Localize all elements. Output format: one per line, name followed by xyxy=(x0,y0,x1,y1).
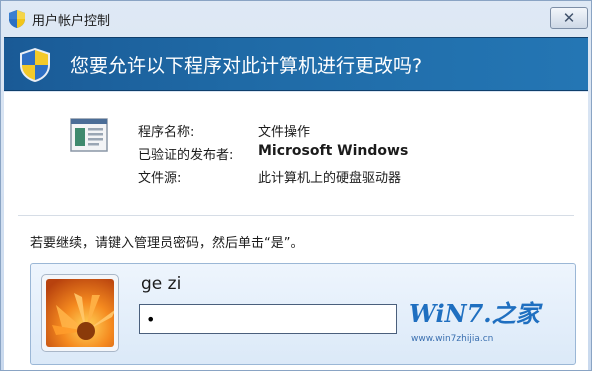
program-window-icon xyxy=(70,118,108,152)
watermark-logo: WiN7.之家 www.win7zhijia.cn xyxy=(409,294,571,354)
source-value: 此计算机上的硬盘驱动器 xyxy=(258,171,402,186)
source-label: 文件源: xyxy=(138,171,182,186)
uac-shield-icon xyxy=(9,10,25,28)
avatar xyxy=(46,279,116,347)
banner: 您要允许以下程序对此计算机进行更改吗? xyxy=(4,37,588,91)
publisher-value: Microsoft Windows xyxy=(258,143,409,159)
uac-dialog: 用户帐户控制 ✕ 您要允许以下程序对此计算机进行更改吗? 程序名称: 文件操作 xyxy=(0,0,592,371)
title-bar: 用户帐户控制 ✕ xyxy=(1,1,591,37)
content-panel: 程序名称: 文件操作 已验证的发布者: Microsoft Windows 文件… xyxy=(4,92,588,370)
watermark-url: www.win7zhijia.cn xyxy=(411,334,494,344)
close-button[interactable]: ✕ xyxy=(550,7,588,29)
credential-tile[interactable]: ge zi WiN7.之家 www.win7zhijia.cn xyxy=(30,263,576,365)
password-field[interactable] xyxy=(139,304,397,334)
banner-question: 您要允许以下程序对此计算机进行更改吗? xyxy=(70,55,423,77)
avatar-frame xyxy=(41,274,119,352)
uac-shield-icon xyxy=(20,48,50,82)
username: ge zi xyxy=(141,274,182,294)
program-name-value: 文件操作 xyxy=(258,125,311,140)
watermark-text: WiN7.之家 xyxy=(409,299,540,328)
credentials-prompt: 若要继续，请键入管理员密码，然后单击“是”。 xyxy=(30,236,304,251)
window-title: 用户帐户控制 xyxy=(32,14,111,29)
publisher-label: 已验证的发布者: xyxy=(138,148,234,163)
program-name-label: 程序名称: xyxy=(138,125,195,140)
divider xyxy=(18,215,574,216)
close-icon: ✕ xyxy=(562,9,576,27)
